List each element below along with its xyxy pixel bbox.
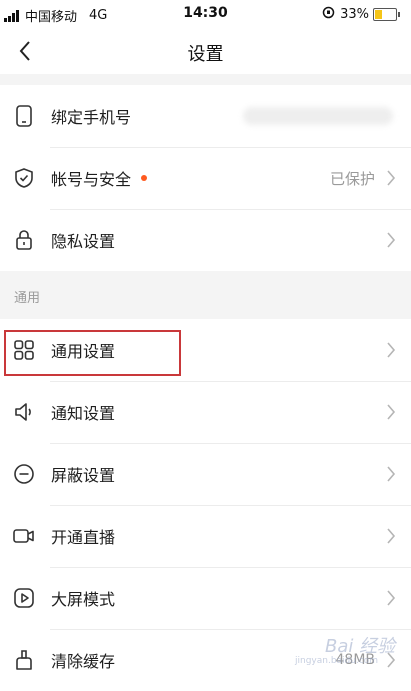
speaker-icon [12, 400, 36, 424]
chevron-right-icon [387, 466, 396, 482]
live-stream-label: 开通直播 [51, 528, 116, 547]
section-header-general: 通用 [0, 271, 411, 319]
account-security-label: 帐号与安全 [51, 170, 132, 189]
general-settings-label: 通用设置 [51, 342, 116, 361]
privacy-settings-label: 隐私设置 [51, 232, 116, 251]
account-security-item[interactable]: 帐号与安全 已保护 [0, 147, 411, 209]
bind-phone-label: 绑定手机号 [51, 108, 132, 127]
play-icon [12, 586, 36, 610]
general-settings-item[interactable]: 通用设置 [0, 319, 411, 381]
big-screen-mode-item[interactable]: 大屏模式 [0, 567, 411, 629]
status-bar: 中国移动 4G 14:30 33% [0, 0, 411, 30]
notification-settings-label: 通知设置 [51, 404, 116, 423]
chevron-right-icon [387, 404, 396, 420]
bind-phone-item[interactable]: 绑定手机号 [0, 85, 411, 147]
account-security-status: 已保护 [329, 169, 375, 188]
lock-icon [12, 228, 36, 252]
watermark: Bai 经验 jingyan.baidu.com [295, 628, 405, 672]
status-right: 33% [322, 6, 400, 23]
section-title: 通用 [14, 291, 41, 306]
clear-cache-label: 清除缓存 [51, 652, 116, 671]
phone-icon [12, 104, 36, 128]
page-title: 设置 [187, 44, 224, 65]
shield-icon [12, 166, 36, 190]
chevron-right-icon [387, 170, 396, 186]
block-settings-label: 屏蔽设置 [51, 466, 116, 485]
battery-icon [373, 8, 400, 21]
broom-icon [12, 648, 36, 672]
big-screen-mode-label: 大屏模式 [51, 590, 116, 609]
video-camera-icon [12, 524, 36, 548]
notification-dot [141, 175, 148, 181]
privacy-settings-item[interactable]: 隐私设置 [0, 209, 411, 271]
watermark-url: jingyan.baidu.com [295, 656, 379, 666]
account-settings-group: 绑定手机号 帐号与安全 已保护 隐私设置 [0, 85, 411, 271]
chevron-right-icon [387, 232, 396, 248]
notification-settings-item[interactable]: 通知设置 [0, 381, 411, 443]
live-stream-item[interactable]: 开通直播 [0, 505, 411, 567]
chevron-right-icon [387, 590, 396, 606]
watermark-logo: Bai 经验 [325, 636, 396, 657]
battery-percent: 33% [340, 7, 369, 22]
chevron-right-icon [387, 342, 396, 358]
grid-icon [12, 338, 36, 362]
nav-bar: 设置 [0, 30, 411, 74]
block-settings-item[interactable]: 屏蔽设置 [0, 443, 411, 505]
phone-number-obscured [243, 107, 393, 125]
chevron-right-icon [387, 528, 396, 544]
block-icon [12, 462, 36, 486]
rotation-lock-icon [322, 6, 335, 23]
